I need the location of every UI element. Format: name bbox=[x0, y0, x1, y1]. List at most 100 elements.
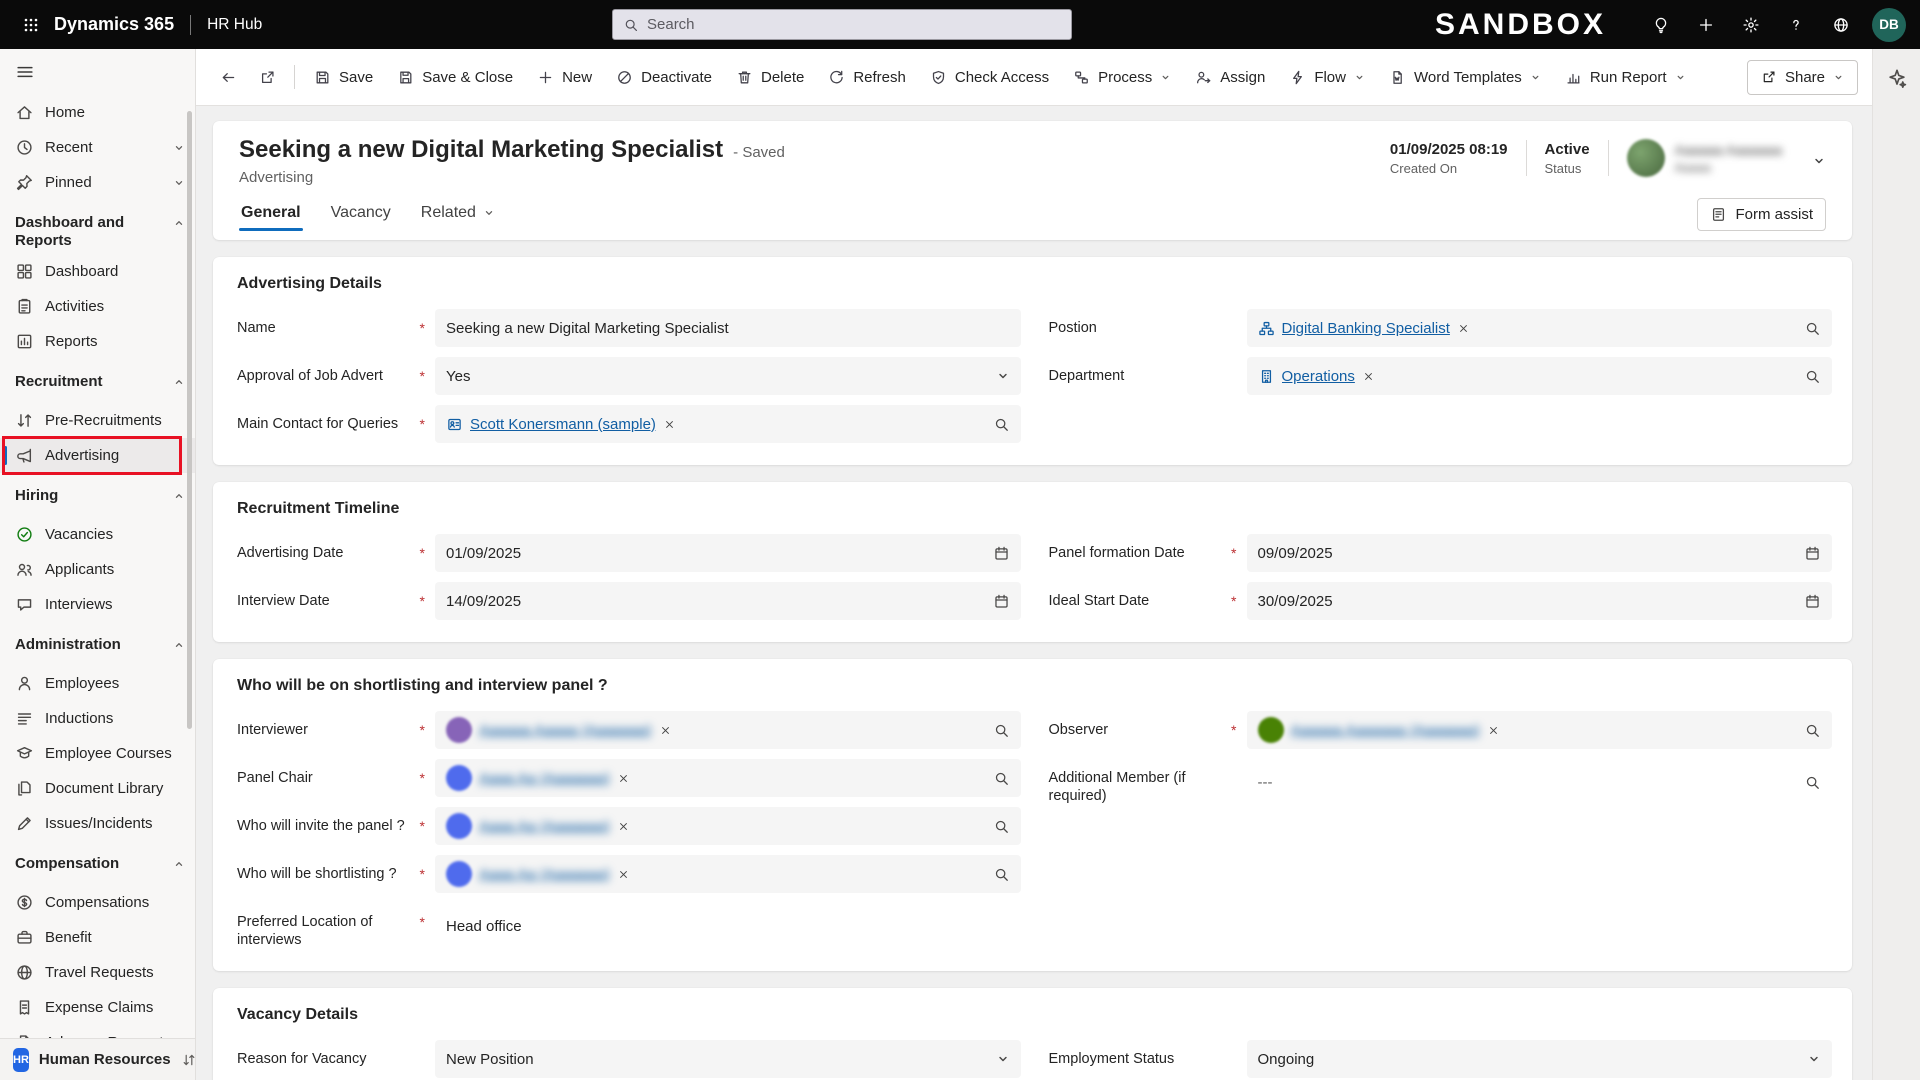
sidebar-item-reports[interactable]: Reports bbox=[0, 324, 195, 359]
form-assist-button[interactable]: Form assist bbox=[1697, 198, 1826, 231]
x-icon[interactable] bbox=[663, 418, 676, 431]
who-will-invite-the-panel-input[interactable]: Aaaa Aa (Aaaaaaa) bbox=[435, 807, 1021, 845]
sidebar-item-advertising[interactable]: Advertising bbox=[0, 436, 195, 475]
observer-input[interactable]: Aaaaaa Aaaaaaa (Aaaaaaa) bbox=[1246, 711, 1832, 749]
cmd-word-templates[interactable]: Word Templates bbox=[1378, 58, 1552, 96]
browser-session-button[interactable] bbox=[1827, 11, 1855, 39]
sidebar-item-vacancies[interactable]: Vacancies bbox=[0, 517, 195, 552]
cmd-process[interactable]: Process bbox=[1062, 58, 1182, 96]
x-icon[interactable] bbox=[659, 724, 672, 737]
calendar-icon[interactable] bbox=[993, 545, 1010, 562]
sidebar-item-employees[interactable]: Employees bbox=[0, 666, 195, 701]
sidebar-group-dashboard-and-reports[interactable]: Dashboard and Reports bbox=[0, 204, 195, 254]
cmd-save[interactable]: Save bbox=[303, 58, 384, 96]
postion-input[interactable]: Digital Banking Specialist bbox=[1246, 309, 1832, 347]
chevron-down-icon[interactable] bbox=[1807, 1052, 1821, 1066]
help-button[interactable] bbox=[1782, 11, 1810, 39]
tab-related[interactable]: Related bbox=[419, 200, 497, 238]
search-icon[interactable] bbox=[993, 416, 1010, 433]
approval-of-job-advert-input[interactable]: Yes bbox=[435, 357, 1021, 395]
interviewer-input[interactable]: Aaaaaa Aaaaa (Aaaaaaa) bbox=[435, 711, 1021, 749]
user-avatar[interactable]: DB bbox=[1872, 7, 1906, 42]
sidebar-item-issues-incidents[interactable]: Issues/Incidents bbox=[0, 806, 195, 841]
copilot-button[interactable] bbox=[1880, 61, 1914, 95]
sidebar-item-activities[interactable]: Activities bbox=[0, 289, 195, 324]
collapse-header-button[interactable] bbox=[1812, 144, 1826, 173]
cmd-back[interactable] bbox=[210, 58, 247, 96]
search-icon[interactable] bbox=[1804, 774, 1821, 791]
sidebar-scrollbar[interactable] bbox=[187, 111, 192, 729]
panel-chair-link[interactable]: Aaaa Aa (Aaaaaaa) bbox=[479, 770, 610, 787]
sidebar-item-recent[interactable]: Recent bbox=[0, 130, 195, 165]
observer-link[interactable]: Aaaaaa Aaaaaaa (Aaaaaaa) bbox=[1291, 722, 1480, 739]
who-will-be-shortlisting-input[interactable]: Aaaa Aa (Aaaaaaa) bbox=[435, 855, 1021, 893]
ideal-start-date-input[interactable]: 30/09/2025 bbox=[1246, 582, 1832, 620]
cmd-open-in-new-window[interactable] bbox=[249, 58, 286, 96]
settings-button[interactable] bbox=[1737, 11, 1765, 39]
share-button[interactable]: Share bbox=[1746, 59, 1858, 95]
cmd-save-close[interactable]: Save & Close bbox=[386, 58, 524, 96]
tab-general[interactable]: General bbox=[239, 200, 303, 238]
area-switcher[interactable]: HR Human Resources bbox=[0, 1038, 195, 1080]
postion-link[interactable]: Digital Banking Specialist bbox=[1282, 320, 1450, 337]
interview-date-input[interactable]: 14/09/2025 bbox=[435, 582, 1021, 620]
sidebar-item-interviews[interactable]: Interviews bbox=[0, 587, 195, 622]
search-icon[interactable] bbox=[993, 818, 1010, 835]
sidebar-group-administration[interactable]: Administration bbox=[0, 626, 195, 666]
calendar-icon[interactable] bbox=[1804, 593, 1821, 610]
x-icon[interactable] bbox=[1457, 322, 1470, 335]
search-icon[interactable] bbox=[1804, 368, 1821, 385]
preferred-location-of-interviews-input[interactable]: Head office bbox=[435, 903, 1021, 949]
sidebar-group-recruitment[interactable]: Recruitment bbox=[0, 363, 195, 403]
sidebar-item-applicants[interactable]: Applicants bbox=[0, 552, 195, 587]
panel-chair-input[interactable]: Aaaa Aa (Aaaaaaa) bbox=[435, 759, 1021, 797]
calendar-icon[interactable] bbox=[993, 593, 1010, 610]
department-link[interactable]: Operations bbox=[1282, 368, 1355, 385]
name-input[interactable]: Seeking a new Digital Marketing Speciali… bbox=[435, 309, 1021, 347]
search-icon[interactable] bbox=[1804, 722, 1821, 739]
chevron-down-icon[interactable] bbox=[996, 1052, 1010, 1066]
waffle-menu-button[interactable] bbox=[14, 8, 48, 42]
calendar-icon[interactable] bbox=[1804, 545, 1821, 562]
sidebar-item-advance-requests[interactable]: Advance Requests bbox=[0, 1025, 195, 1038]
sidebar-item-travel-requests[interactable]: Travel Requests bbox=[0, 955, 195, 990]
who-will-invite-the-panel-link[interactable]: Aaaa Aa (Aaaaaaa) bbox=[479, 818, 610, 835]
cmd-new[interactable]: New bbox=[526, 58, 603, 96]
sidebar-item-expense-claims[interactable]: Expense Claims bbox=[0, 990, 195, 1025]
sidebar-item-dashboard[interactable]: Dashboard bbox=[0, 254, 195, 289]
x-icon[interactable] bbox=[617, 868, 630, 881]
tab-vacancy[interactable]: Vacancy bbox=[329, 200, 393, 238]
sidebar-item-inductions[interactable]: Inductions bbox=[0, 701, 195, 736]
reason-for-vacancy-input[interactable]: New Position bbox=[435, 1040, 1021, 1078]
suggestions-button[interactable] bbox=[1647, 11, 1675, 39]
sitemap-toggle-button[interactable] bbox=[0, 49, 195, 95]
sidebar-item-benefit[interactable]: Benefit bbox=[0, 920, 195, 955]
cmd-delete[interactable]: Delete bbox=[725, 58, 815, 96]
employment-status-input[interactable]: Ongoing bbox=[1246, 1040, 1832, 1078]
x-icon[interactable] bbox=[617, 772, 630, 785]
brand-logo[interactable]: Dynamics 365 bbox=[54, 14, 174, 35]
cmd-flow[interactable]: Flow bbox=[1278, 58, 1376, 96]
sidebar-item-compensations[interactable]: Compensations bbox=[0, 885, 195, 920]
department-input[interactable]: Operations bbox=[1246, 357, 1832, 395]
search-icon[interactable] bbox=[993, 722, 1010, 739]
search-input[interactable] bbox=[647, 16, 1061, 33]
cmd-run-report[interactable]: Run Report bbox=[1554, 58, 1697, 96]
sidebar-item-employee-courses[interactable]: Employee Courses bbox=[0, 736, 195, 771]
search-icon[interactable] bbox=[1804, 320, 1821, 337]
sidebar-item-pinned[interactable]: Pinned bbox=[0, 165, 195, 200]
sidebar-item-document-library[interactable]: Document Library bbox=[0, 771, 195, 806]
search-icon[interactable] bbox=[993, 770, 1010, 787]
additional-member-if-required-input[interactable]: --- bbox=[1247, 759, 1833, 805]
x-icon[interactable] bbox=[1487, 724, 1500, 737]
chevron-down-icon[interactable] bbox=[996, 369, 1010, 383]
main-contact-for-queries-link[interactable]: Scott Konersmann (sample) bbox=[470, 416, 656, 433]
app-name[interactable]: HR Hub bbox=[207, 16, 262, 34]
sidebar-group-compensation[interactable]: Compensation bbox=[0, 845, 195, 885]
x-icon[interactable] bbox=[617, 820, 630, 833]
cmd-deactivate[interactable]: Deactivate bbox=[605, 58, 723, 96]
sidebar-group-hiring[interactable]: Hiring bbox=[0, 477, 195, 517]
x-icon[interactable] bbox=[1362, 370, 1375, 383]
search-icon[interactable] bbox=[993, 866, 1010, 883]
global-search[interactable] bbox=[612, 9, 1072, 40]
